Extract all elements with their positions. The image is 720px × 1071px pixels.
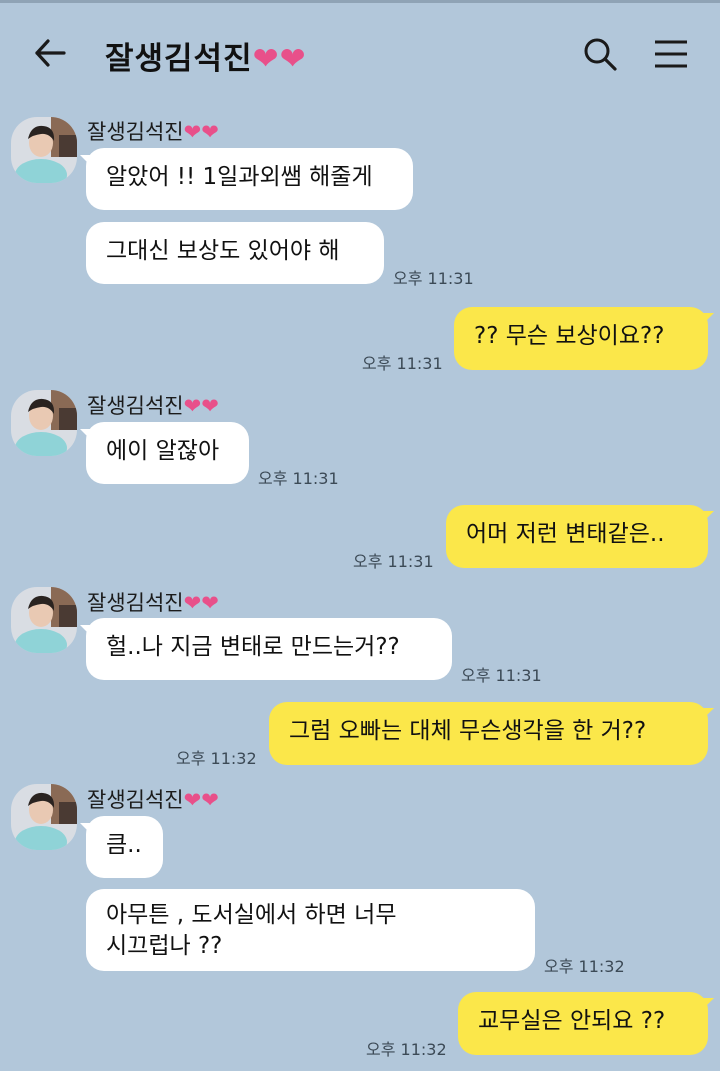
message-time: 오후 11:32 [366, 1040, 447, 1059]
menu-button[interactable] [650, 34, 690, 74]
message-bubble-incoming[interactable]: 에이 알잖아 [86, 422, 249, 484]
sender-avatar[interactable] [11, 784, 77, 850]
message-bubble-incoming[interactable]: 헐..나 지금 변태로 만드는거?? [86, 618, 452, 680]
sender-avatar[interactable] [11, 390, 77, 456]
sender-name-text: 잘생김석진 [87, 394, 184, 418]
heart-icon: ❤❤ [183, 120, 219, 144]
sender-name-text: 잘생김석진 [87, 120, 184, 144]
avatar-image [11, 784, 77, 850]
message-bubble-incoming[interactable]: 알았어 !! 1일과외쌤 해줄게 [86, 148, 413, 210]
message-text-line: 아무튼 , 도서실에서 하면 너무 [106, 902, 397, 928]
message-time: 오후 11:31 [353, 552, 434, 571]
back-arrow-icon [35, 39, 66, 67]
message-time: 오후 11:32 [176, 749, 257, 768]
message-time: 오후 11:31 [393, 269, 474, 288]
sender-name-text: 잘생김석진 [87, 788, 184, 812]
message-text: 그대신 보상도 있어야 해 [106, 238, 340, 264]
bubble-tail [700, 998, 714, 1012]
message-text: 어머 저런 변태같은.. [466, 521, 665, 547]
message-text: 큼.. [106, 832, 142, 858]
sender-name-text: 잘생김석진 [87, 591, 184, 615]
bubble-tail [700, 313, 714, 327]
menu-icon [655, 40, 687, 68]
sender-name: 잘생김석진❤❤ [87, 116, 219, 146]
message-bubble-incoming[interactable]: 아무튼 , 도서실에서 하면 너무 시끄럽나 ?? [86, 889, 535, 971]
message-time: 오후 11:31 [258, 469, 339, 488]
chat-header: 잘생김석진❤❤ [0, 3, 720, 95]
heart-icon: ❤❤ [183, 788, 219, 812]
message-bubble-outgoing[interactable]: 그럼 오빠는 대체 무슨생각을 한 거?? [269, 702, 708, 765]
avatar-image [11, 117, 77, 183]
message-text: ?? 무슨 보상이요?? [474, 323, 665, 349]
heart-icon: ❤❤ [252, 41, 307, 77]
search-button[interactable] [580, 34, 620, 74]
heart-icon: ❤❤ [183, 394, 219, 418]
sender-name: 잘생김석진❤❤ [87, 390, 219, 420]
bubble-tail [700, 708, 714, 722]
sender-avatar[interactable] [11, 117, 77, 183]
chat-title-text: 잘생김석진 [105, 41, 253, 77]
bubble-tail [700, 511, 714, 525]
message-text-line: 시끄럽나 ?? [106, 933, 223, 959]
message-bubble-incoming[interactable]: 큼.. [86, 816, 163, 878]
heart-icon: ❤❤ [183, 591, 219, 615]
message-text: 헐..나 지금 변태로 만드는거?? [106, 634, 400, 660]
sender-avatar[interactable] [11, 587, 77, 653]
message-bubble-outgoing[interactable]: ?? 무슨 보상이요?? [454, 307, 708, 370]
message-text: 알았어 !! 1일과외쌤 해줄게 [106, 164, 373, 190]
message-time: 오후 11:31 [461, 666, 542, 685]
chat-title: 잘생김석진❤❤ [105, 33, 307, 78]
message-text: 교무실은 안되요 ?? [478, 1008, 666, 1034]
message-time: 오후 11:31 [362, 354, 443, 373]
sender-name: 잘생김석진❤❤ [87, 784, 219, 814]
message-bubble-incoming[interactable]: 그대신 보상도 있어야 해 [86, 222, 384, 284]
avatar-image [11, 587, 77, 653]
message-time: 오후 11:32 [544, 957, 625, 976]
message-text: 그럼 오빠는 대체 무슨생각을 한 거?? [289, 718, 647, 744]
avatar-image [11, 390, 77, 456]
message-bubble-outgoing[interactable]: 교무실은 안되요 ?? [458, 992, 708, 1055]
message-bubble-outgoing[interactable]: 어머 저런 변태같은.. [446, 505, 708, 568]
sender-name: 잘생김석진❤❤ [87, 587, 219, 617]
back-button[interactable] [30, 33, 70, 73]
search-icon [584, 38, 617, 71]
message-text: 에이 알잖아 [106, 438, 220, 464]
